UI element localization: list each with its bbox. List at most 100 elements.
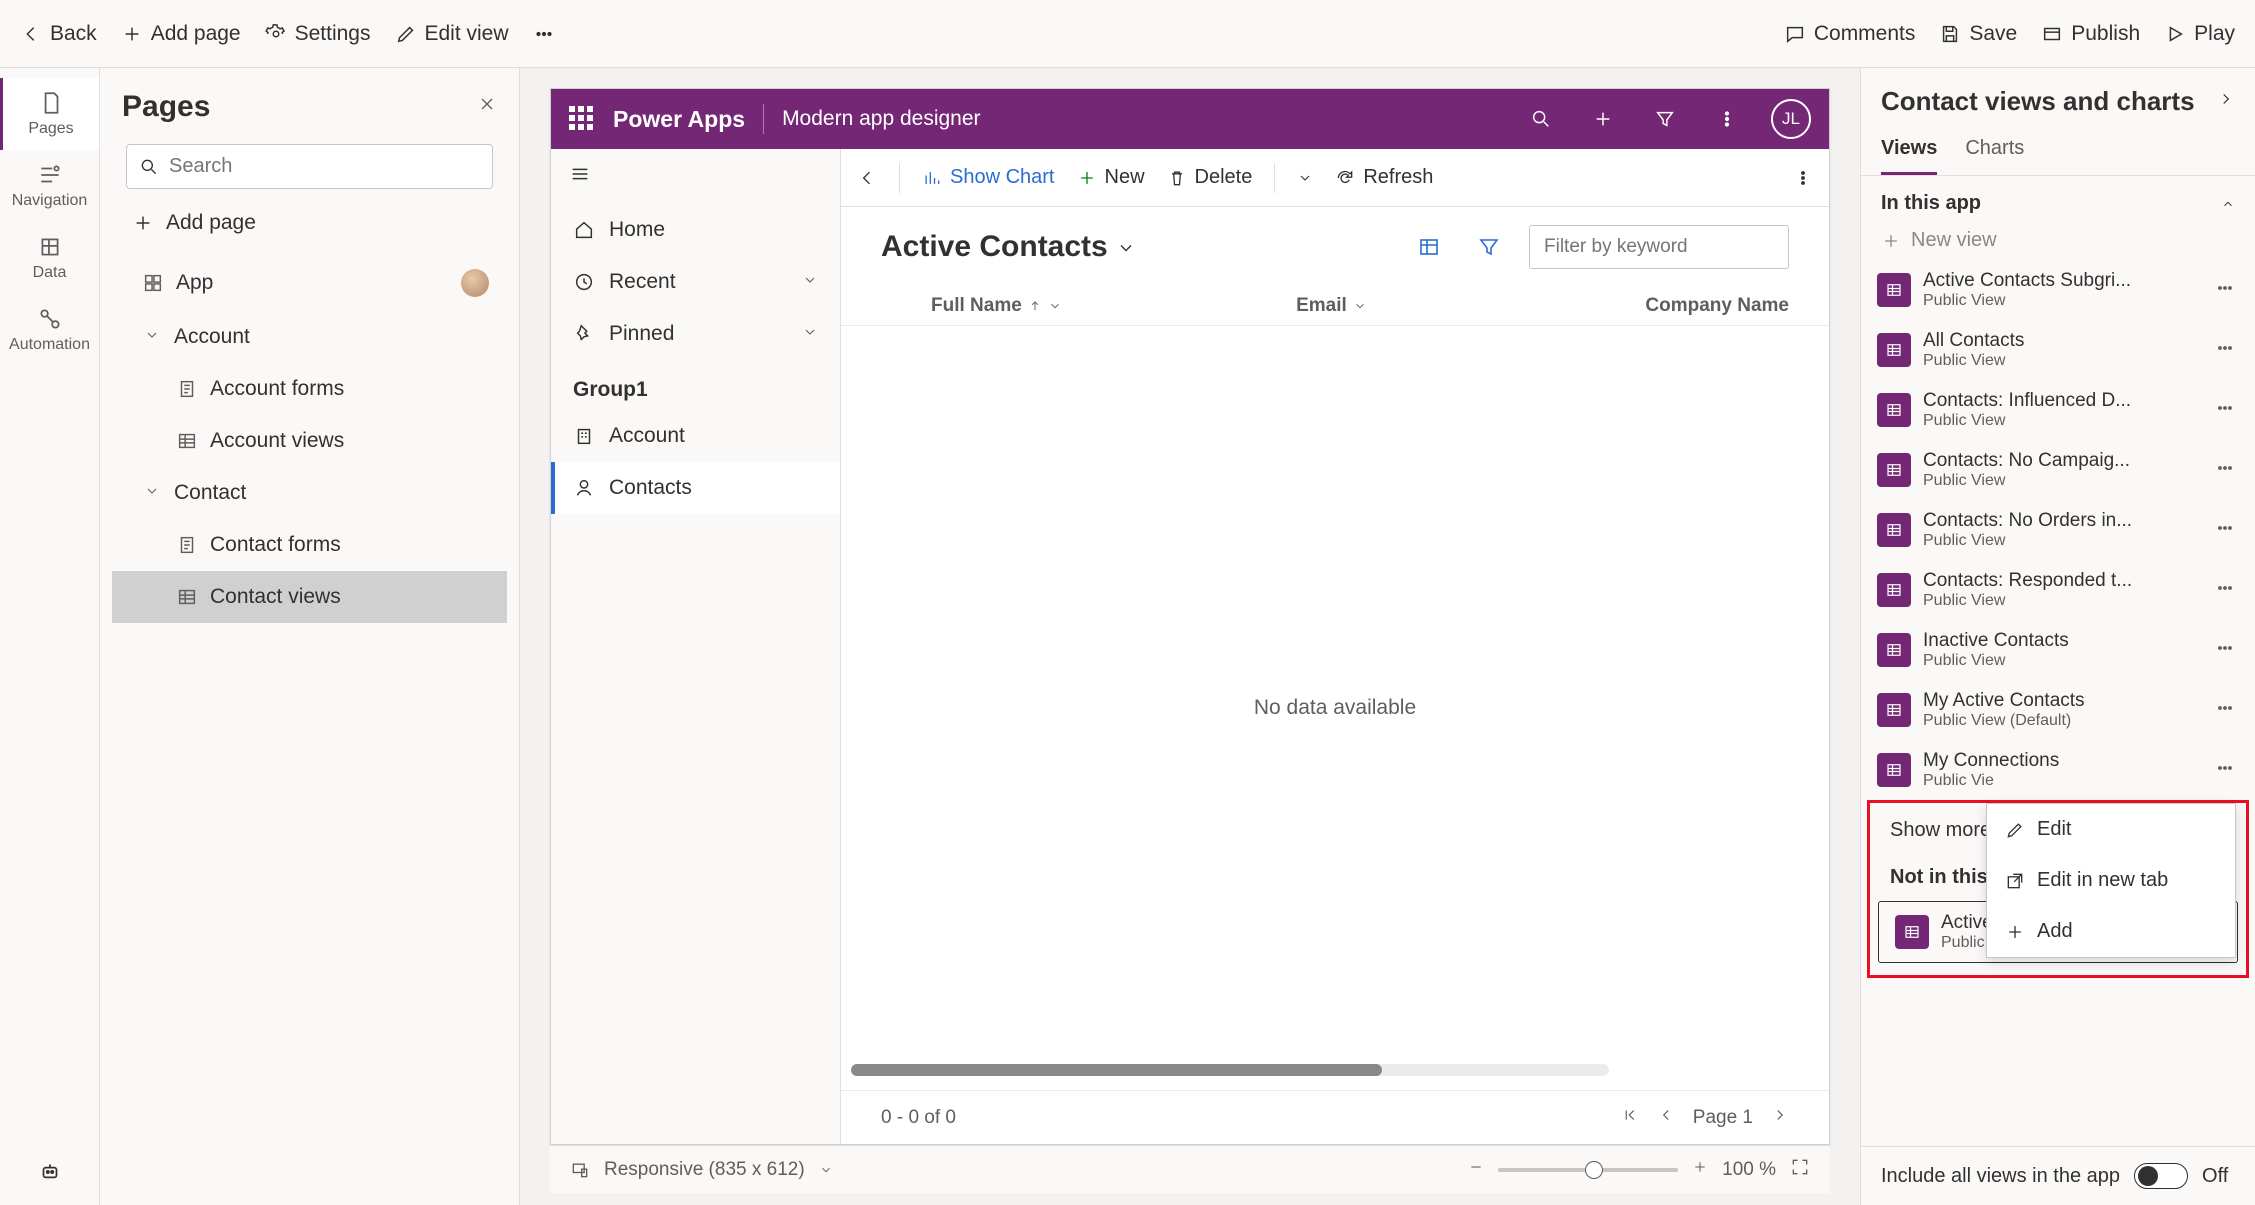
pager-next[interactable] [1771,1106,1789,1130]
pager-first[interactable] [1621,1106,1639,1130]
nav-pinned[interactable]: Pinned [551,308,840,360]
rail-pages[interactable]: Pages [0,78,99,150]
view-item-more[interactable] [2211,454,2239,487]
section-in-this-app: In this app [1861,176,2255,221]
save-button[interactable]: Save [1939,22,2017,46]
filter-keyword-input[interactable] [1529,225,1789,269]
responsive-label[interactable]: Responsive (835 x 612) [604,1159,805,1181]
edit-columns-button[interactable] [1409,227,1449,267]
col-fullname[interactable]: Full Name [881,295,1296,317]
cmd-new[interactable]: New [1077,166,1145,189]
app-title: Modern app designer [782,107,980,131]
nav-contacts[interactable]: Contacts [551,462,840,514]
header-search-button[interactable] [1523,101,1559,137]
view-item[interactable]: My Active Contacts Public View (Default) [1861,680,2255,740]
rp-expand[interactable] [2217,90,2235,113]
nav-home[interactable]: Home [551,204,840,256]
view-item-more[interactable] [2211,634,2239,667]
pager-prev[interactable] [1657,1106,1675,1130]
zoom-in[interactable] [1692,1159,1708,1181]
menu-edit-new-tab[interactable]: Edit in new tab [1987,855,2235,906]
new-view-button[interactable]: New view [1861,221,2255,260]
tree-contact[interactable]: Contact [112,467,507,519]
view-item-more[interactable] [2211,514,2239,547]
view-item[interactable]: Inactive Contacts Public View [1861,620,2255,680]
tab-views[interactable]: Views [1881,131,1937,175]
rail-navigation[interactable]: Navigation [0,150,99,222]
cmd-delete[interactable]: Delete [1167,166,1253,189]
tree-account-forms[interactable]: Account forms [112,363,507,415]
nav-recent[interactable]: Recent [551,256,840,308]
pages-search-input[interactable] [169,155,480,178]
filter-button[interactable] [1469,227,1509,267]
cmd-show-chart[interactable]: Show Chart [922,166,1055,189]
view-item-more[interactable] [2211,334,2239,367]
col-company[interactable]: Company Name [1515,295,1789,317]
view-item-more[interactable] [2211,274,2239,307]
pages-add-page[interactable]: Add page [112,195,507,251]
view-item[interactable]: Contacts: Responded t... Public View [1861,560,2255,620]
add-page-button[interactable]: Add page [121,22,241,46]
menu-edit[interactable]: Edit [1987,804,2235,855]
tree-app[interactable]: App [112,255,507,311]
horizontal-scrollbar[interactable] [851,1064,1609,1076]
fit-to-screen[interactable] [1790,1157,1810,1183]
rail-virtual-agent[interactable] [0,1144,99,1205]
view-item-more[interactable] [2211,574,2239,607]
table-icon [1877,273,1911,307]
settings-button[interactable]: Settings [265,22,371,46]
nav-account[interactable]: Account [551,410,840,462]
close-pages-button[interactable] [477,94,497,120]
view-name[interactable]: Active Contacts [881,230,1136,264]
rail-data[interactable]: Data [0,222,99,294]
tree-account-views[interactable]: Account views [112,415,507,467]
pages-search[interactable] [126,144,493,189]
tab-charts[interactable]: Charts [1965,131,2024,175]
publish-button[interactable]: Publish [2041,22,2140,46]
view-item[interactable]: All Contacts Public View [1861,320,2255,380]
grid-icon [176,430,198,452]
waffle-icon[interactable] [569,106,595,132]
back-button[interactable]: Back [20,22,97,46]
header-filter-button[interactable] [1647,101,1683,137]
zoom-out[interactable] [1468,1159,1484,1181]
command-bar: Show Chart New Delete Refresh [841,149,1829,207]
sidebar-toggle[interactable] [551,149,840,204]
view-item[interactable]: Contacts: No Campaig... Public View [1861,440,2255,500]
col-email[interactable]: Email [1296,295,1515,317]
play-button[interactable]: Play [2164,22,2235,46]
rail-automation[interactable]: Automation [0,294,99,366]
user-avatar[interactable]: JL [1771,99,1811,139]
menu-add[interactable]: Add [1987,906,2235,957]
cmd-split-dropdown[interactable] [1297,170,1313,186]
tree-account[interactable]: Account [112,311,507,363]
view-name: Contacts: Influenced D... [1923,390,2199,412]
view-item[interactable]: Contacts: No Orders in... Public View [1861,500,2255,560]
save-label: Save [1969,22,2017,46]
chevron-down-icon [142,325,162,349]
more-button[interactable] [533,23,555,45]
zoom-slider[interactable] [1498,1168,1678,1172]
scrollbar-thumb[interactable] [851,1064,1382,1076]
slider-knob[interactable] [1585,1161,1603,1179]
view-item-more[interactable] [2211,694,2239,727]
comments-button[interactable]: Comments [1784,22,1916,46]
more-horizontal-icon [2215,518,2235,538]
view-item[interactable]: My Connections Public Vie [1861,740,2255,800]
view-item[interactable]: Contacts: Influenced D... Public View [1861,380,2255,440]
tree-contact-forms[interactable]: Contact forms [112,519,507,571]
header-more-button[interactable] [1709,101,1745,137]
tree-contact-views[interactable]: Contact views [112,571,507,623]
chevron-up-icon[interactable] [2221,197,2235,211]
form-icon [176,534,198,556]
include-all-toggle[interactable] [2134,1163,2188,1189]
cmd-refresh[interactable]: Refresh [1335,166,1433,189]
view-item[interactable]: Active Contacts Subgri... Public View [1861,260,2255,320]
cmd-back[interactable] [857,168,877,188]
view-item-more[interactable] [2211,754,2239,787]
header-add-button[interactable] [1585,101,1621,137]
edit-view-button[interactable]: Edit view [395,22,509,46]
view-item-more[interactable] [2211,394,2239,427]
right-panel: Contact views and charts Views Charts In… [1860,68,2255,1205]
cmd-more[interactable] [1793,168,1813,188]
